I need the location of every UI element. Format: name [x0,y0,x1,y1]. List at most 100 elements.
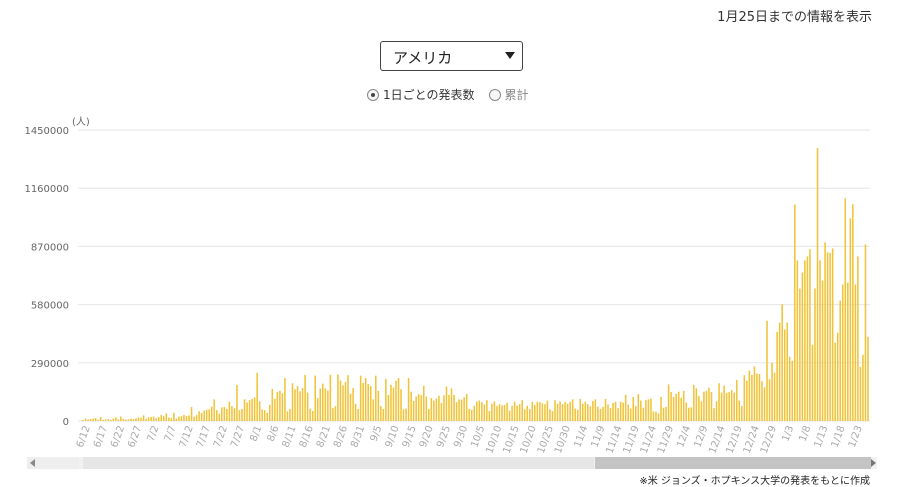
bar [478,400,481,421]
bar [385,378,387,421]
bar [296,386,299,421]
bar [375,375,377,421]
bar [506,402,508,421]
bar [541,403,544,421]
bar [89,418,92,421]
bar [102,420,104,421]
arrow-left-icon [30,459,35,467]
x-tick-label: 1/23 [847,424,865,449]
bar [551,410,554,421]
bar [115,417,117,421]
bar [667,384,670,421]
bar [407,378,410,421]
x-tick-label: 9/30 [452,424,470,449]
bar [521,400,523,421]
bar [523,409,526,421]
bar [801,272,804,421]
bar [677,391,680,421]
bar [203,410,205,421]
bar [619,401,622,421]
bar [581,403,584,421]
bar [574,408,576,421]
bar [276,391,279,421]
bar [806,256,809,421]
bar [193,416,195,421]
x-tick-label: 9/15 [401,424,419,449]
bar [826,252,829,421]
daily-cases-chart: 0 290000 580000 870000 1160000 1450000(人) 6/12… [24,116,870,455]
bar [291,383,294,421]
bar [463,397,465,421]
bar [841,284,844,421]
bar [528,408,531,421]
y-tick-label: 1160000 [24,184,69,195]
bar [329,374,332,421]
bar [503,404,506,421]
bar [730,390,733,421]
bar [279,390,281,421]
bar [710,392,713,421]
bar [700,401,703,421]
bar [155,418,157,421]
bar [859,366,862,421]
chart-scrollbar[interactable] [27,457,877,469]
bar [377,390,380,421]
scroll-left-button[interactable] [27,457,79,469]
bar [266,412,269,421]
bar [117,419,120,421]
bar [253,397,256,421]
arrow-right-icon[interactable] [871,459,876,467]
bar [440,402,443,421]
bar [589,406,592,421]
bar [150,416,152,421]
bar [592,400,594,421]
x-tick-label: 9/25 [435,424,453,449]
bar [397,378,400,421]
x-tick-label: 9/10 [384,424,402,449]
scroll-track[interactable] [83,457,594,469]
x-tick-label: 11/4 [572,424,590,449]
bar [546,400,549,421]
bar [359,375,362,421]
bar [768,379,771,421]
scroll-thumb[interactable] [595,457,871,469]
bar [140,417,142,421]
bar [400,389,402,421]
bar [395,380,397,421]
bar [569,401,571,421]
bar [836,332,839,421]
bar [412,400,415,421]
bar [104,419,107,421]
bar [135,418,137,421]
bar [539,402,541,421]
bar [120,416,122,421]
bar [758,374,761,421]
bar [804,260,806,421]
bar [599,408,602,421]
bar [821,280,824,421]
bar [622,402,624,421]
bar [763,387,766,421]
bar [612,402,614,421]
bar [99,416,102,421]
bar [867,336,869,421]
x-tick-label: 7/17 [195,424,213,449]
bar [137,417,140,421]
bar [486,400,488,421]
bar [748,370,751,421]
bar [367,384,369,421]
bar [718,383,720,421]
bar [670,392,672,421]
bar [112,418,115,421]
bar [380,406,382,421]
bar [536,401,539,421]
bar [847,282,849,421]
x-tick-label: 10/30 [553,424,573,455]
bar [180,416,183,421]
bar [334,406,337,421]
bar [481,402,483,421]
bar [794,204,796,421]
bar [635,406,637,421]
bar [773,372,776,421]
bar [453,394,455,421]
